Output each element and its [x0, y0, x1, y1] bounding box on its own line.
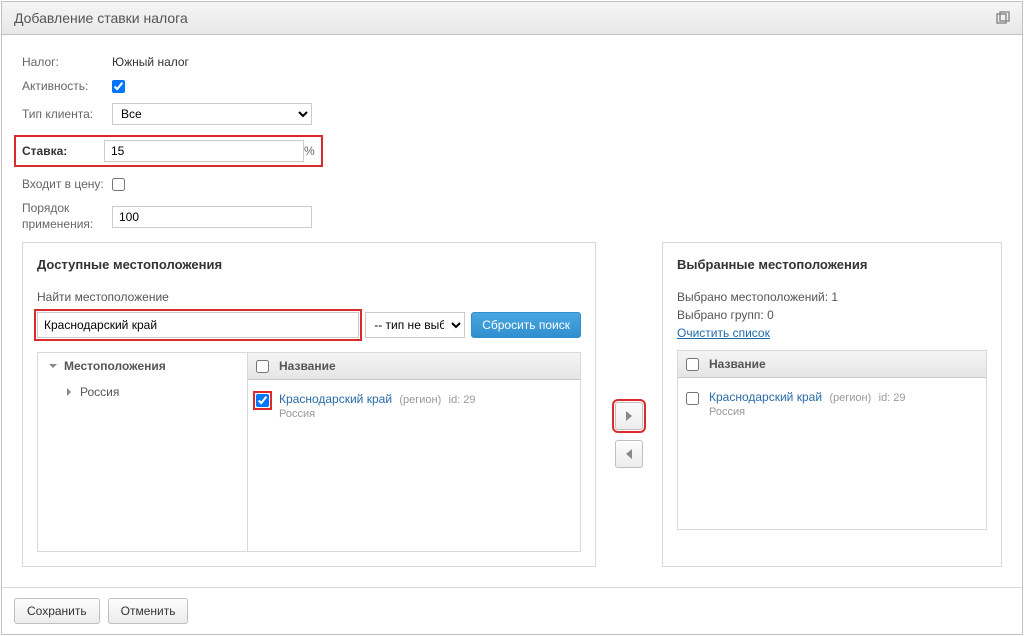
- reset-search-button[interactable]: Сбросить поиск: [471, 312, 581, 338]
- selected-header: Название: [709, 357, 766, 371]
- rate-label: Ставка:: [22, 144, 104, 158]
- maximize-icon[interactable]: [996, 11, 1010, 25]
- clear-list-link[interactable]: Очистить список: [677, 326, 770, 340]
- search-label: Найти местоположение: [37, 290, 581, 304]
- tax-label: Налог:: [22, 55, 112, 69]
- stats-locations: Выбрано местоположений: 1: [677, 290, 987, 304]
- selected-list: Название Краснодарский край (регион) id:…: [677, 350, 987, 530]
- selected-title: Выбранные местоположения: [677, 257, 987, 272]
- in-price-label: Входит в цену:: [22, 177, 112, 191]
- available-title: Доступные местоположения: [37, 257, 581, 272]
- client-type-select[interactable]: Все: [112, 103, 312, 125]
- list-item[interactable]: Краснодарский край (регион) id: 29 Росси…: [686, 386, 978, 422]
- tree-root[interactable]: Местоположения: [38, 353, 247, 379]
- item-id: id: 29: [449, 394, 476, 406]
- available-header: Название: [279, 359, 336, 373]
- move-right-button[interactable]: [615, 402, 643, 430]
- chevron-down-icon: [48, 361, 58, 371]
- type-select[interactable]: -- тип не выбран: [365, 312, 465, 338]
- titlebar: Добавление ставки налога: [2, 2, 1022, 35]
- available-panel: Доступные местоположения Найти местополо…: [22, 242, 596, 567]
- selected-panel: Выбранные местоположения Выбрано местопо…: [662, 242, 1002, 567]
- select-all-available[interactable]: [256, 360, 269, 373]
- item-name: Краснодарский край: [709, 390, 822, 404]
- window-title: Добавление ставки налога: [14, 10, 188, 26]
- item-checkbox[interactable]: [686, 392, 699, 405]
- item-checkbox[interactable]: [256, 394, 269, 407]
- move-left-button[interactable]: [615, 440, 643, 468]
- item-type: (регион): [399, 394, 441, 406]
- save-button[interactable]: Сохранить: [14, 598, 100, 624]
- list-item[interactable]: Краснодарский край (регион) id: 29 Росси…: [256, 388, 572, 424]
- client-type-label: Тип клиента:: [22, 107, 112, 121]
- active-label: Активность:: [22, 79, 112, 93]
- in-price-checkbox[interactable]: [112, 178, 125, 191]
- rate-input[interactable]: [104, 140, 304, 162]
- item-sub: Россия: [709, 406, 978, 418]
- order-input[interactable]: [112, 206, 312, 228]
- item-id: id: 29: [879, 392, 906, 404]
- location-tree: Местоположения Россия: [37, 352, 247, 552]
- rate-unit: %: [304, 144, 315, 158]
- order-label: Порядок применения:: [22, 201, 112, 232]
- active-checkbox[interactable]: [112, 80, 125, 93]
- item-name: Краснодарский край: [279, 392, 392, 406]
- search-input[interactable]: [37, 312, 359, 338]
- item-type: (регион): [829, 392, 871, 404]
- tax-value: Южный налог: [112, 55, 189, 69]
- chevron-right-icon: [64, 387, 74, 397]
- available-list: Название Краснодарский край (регион) id:…: [247, 352, 581, 552]
- select-all-selected[interactable]: [686, 358, 699, 371]
- tree-child[interactable]: Россия: [38, 379, 247, 405]
- cancel-button[interactable]: Отменить: [108, 598, 189, 624]
- item-sub: Россия: [279, 408, 572, 420]
- stats-groups: Выбрано групп: 0: [677, 308, 987, 322]
